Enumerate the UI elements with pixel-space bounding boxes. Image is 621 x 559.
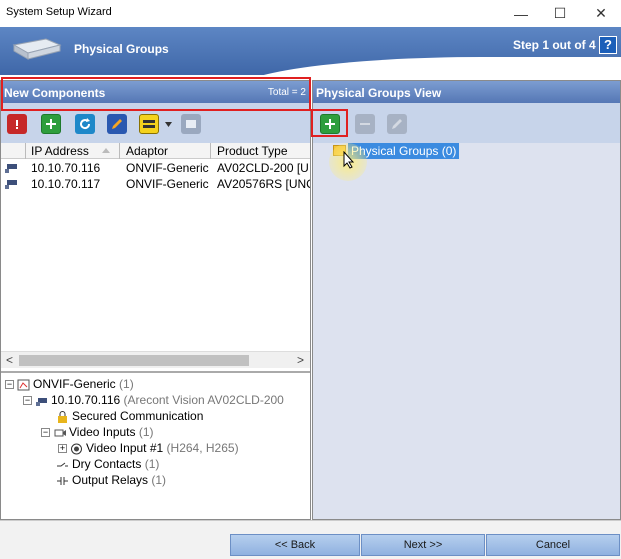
device-details-tree: − ONVIF-Generic (1) −10.10.70.116 (Arecon…	[1, 371, 310, 519]
wizard-banner: Physical Groups Step 1 out of 4 ?	[0, 27, 621, 75]
tree-node-dry-contacts[interactable]: Dry Contacts (1)	[56, 457, 159, 473]
lock-icon	[58, 410, 67, 423]
back-button[interactable]: << Back	[230, 534, 360, 556]
edit-device-button[interactable]	[107, 114, 127, 134]
column-separator	[25, 143, 26, 159]
column-product-type[interactable]: Product Type	[217, 144, 288, 158]
tree-label: Dry Contacts	[72, 457, 142, 471]
physical-groups-header: Physical Groups View	[313, 81, 620, 103]
tree-count: (1)	[138, 425, 154, 439]
remove-group-button[interactable]	[355, 114, 375, 134]
collapse-icon[interactable]: −	[23, 396, 32, 406]
scroll-left-button[interactable]: <	[6, 353, 13, 367]
highlight-new-devices	[1, 77, 311, 111]
tree-label: 10.10.70.116	[51, 393, 121, 407]
tree-label: Video Input #1	[86, 441, 164, 455]
highlight-add-group	[311, 109, 348, 137]
assign-arrows-icon	[143, 120, 155, 128]
banner-title: Physical Groups	[74, 42, 169, 56]
pencil-icon	[112, 119, 122, 129]
window-titlebar: System Setup Wizard — ☐ ✕	[0, 0, 621, 27]
column-ip-address[interactable]: IP Address	[31, 144, 89, 158]
cell-ip: 10.10.70.117	[31, 177, 101, 191]
tree-label: ONVIF-Generic	[33, 377, 116, 391]
collapse-icon[interactable]: −	[41, 428, 50, 438]
close-button[interactable]: ✕	[581, 0, 621, 27]
refresh-icon	[80, 118, 91, 130]
add-device-button[interactable]	[41, 114, 61, 134]
cancel-button[interactable]: Cancel	[486, 534, 620, 556]
help-button[interactable]: ?	[599, 36, 617, 54]
scrollbar-thumb[interactable]	[19, 355, 249, 366]
camera-icon	[5, 164, 17, 173]
banner-wave	[230, 57, 621, 75]
camera-icon	[36, 397, 47, 406]
tree-node-video-inputs[interactable]: − Video Inputs (1)	[41, 425, 154, 441]
table-row[interactable]: 10.10.70.116 ONVIF-Generic AV02CLD-200 […	[1, 160, 310, 176]
tree-label: Output Relays	[72, 473, 149, 487]
tree-label: Video Inputs	[69, 425, 136, 439]
tree-count: (1)	[144, 457, 160, 471]
tree-count: (1)	[119, 377, 134, 391]
server-device-icon	[12, 38, 62, 60]
next-button[interactable]: Next >>	[361, 534, 485, 556]
remove-device-button[interactable]	[7, 114, 27, 134]
table-header: IP Address Adaptor Product Type	[1, 143, 310, 159]
scroll-right-button[interactable]: >	[297, 353, 304, 367]
video-input-icon	[71, 443, 82, 455]
minimize-button[interactable]: —	[501, 0, 541, 27]
output-relays-icon	[57, 476, 68, 485]
dropdown-arrow-icon[interactable]	[165, 122, 172, 127]
move-icon	[186, 120, 196, 128]
move-device-button[interactable]	[181, 114, 201, 134]
tree-model: (Arecont Vision AV02CLD-200	[123, 393, 284, 407]
tree-node-secured[interactable]: Secured Communication	[56, 409, 203, 425]
expand-icon[interactable]: +	[58, 444, 67, 454]
tree-node-output-relays[interactable]: Output Relays (1)	[56, 473, 166, 489]
cell-ip: 10.10.70.116	[31, 161, 101, 175]
physical-groups-toolbar	[313, 103, 620, 143]
video-inputs-icon	[54, 429, 66, 437]
tree-node-video-input-1[interactable]: + Video Input #1 (H264, H265)	[58, 441, 239, 457]
remove-icon	[16, 120, 18, 129]
collapse-icon[interactable]: −	[5, 380, 14, 390]
cell-product: AV02CLD-200 [U	[217, 161, 309, 175]
plus-icon	[46, 119, 56, 129]
cell-product: AV20576RS [UNC	[217, 177, 310, 191]
dry-contacts-icon	[57, 462, 68, 467]
pencil-icon	[392, 119, 402, 129]
components-table: IP Address Adaptor Product Type 10.10.70…	[1, 143, 310, 371]
physical-groups-title: Physical Groups View	[316, 86, 442, 100]
new-components-panel: New Components Total = 2 IP Address Adap…	[0, 80, 311, 520]
column-separator	[210, 143, 211, 159]
tree-codec: (H264, H265)	[166, 441, 239, 455]
column-adaptor[interactable]: Adaptor	[126, 144, 168, 158]
tree-count: (1)	[151, 473, 167, 487]
cell-adaptor: ONVIF-Generic	[126, 177, 209, 191]
assign-button[interactable]	[139, 114, 159, 134]
refresh-button[interactable]	[75, 114, 95, 134]
camera-icon	[5, 180, 17, 189]
window-title: System Setup Wizard	[6, 6, 112, 18]
horizontal-scrollbar[interactable]: < >	[1, 351, 310, 368]
physical-groups-panel: Physical Groups View Physical Groups (0)	[311, 80, 621, 520]
tree-label: Secured Communication	[72, 409, 204, 423]
table-row[interactable]: 10.10.70.117 ONVIF-Generic AV20576RS [UN…	[1, 176, 310, 192]
adaptor-icon	[17, 379, 30, 391]
step-indicator: Step 1 out of 4	[513, 38, 596, 52]
edit-group-button[interactable]	[387, 114, 407, 134]
sort-ascending-icon	[102, 148, 110, 153]
maximize-button[interactable]: ☐	[540, 0, 580, 27]
mouse-cursor-icon	[343, 151, 355, 169]
column-separator	[119, 143, 120, 159]
minus-icon	[360, 123, 370, 125]
tree-node-onvif-generic[interactable]: − ONVIF-Generic (1)	[5, 377, 134, 393]
cell-adaptor: ONVIF-Generic	[126, 161, 209, 175]
tree-node-device[interactable]: − 10.10.70.116 (Arecont Vision AV02CLD-20…	[23, 393, 284, 409]
wizard-footer: << Back Next >> Cancel	[0, 520, 621, 559]
